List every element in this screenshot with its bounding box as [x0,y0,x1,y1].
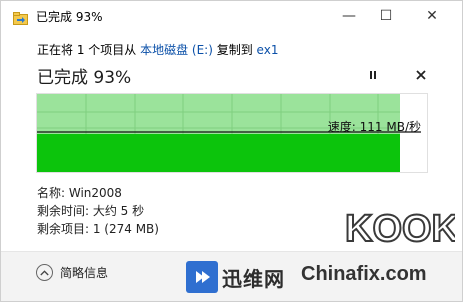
pause-icon [370,71,376,79]
minimize-icon: — [342,8,356,24]
copy-middle-text: 复制到 [212,43,257,57]
chinafix-watermark: Chinafix.com [301,263,427,285]
fewer-details-label: 简略信息 [60,266,109,280]
speed-graph: 速度: 111 MB/秒 [36,93,428,173]
copy-prefix-text: 正在将 1 个项目从 [37,43,141,57]
destination-link[interactable]: ex1 [257,43,279,57]
maximize-icon: ☐ [379,8,393,24]
cancel-operation-button[interactable] [413,67,429,83]
source-link[interactable]: 本地磁盘 (E:) [140,43,213,57]
kook-watermark: KOOK [344,207,455,251]
window-title: 已完成 93% [36,10,103,24]
xunwei-watermark-text: 迅维网 [222,266,285,291]
pause-button[interactable] [365,67,381,83]
file-name: 名称: Win2008 [37,186,122,200]
copy-dialog-window: 已完成 93% — ☐ ✕ 正在将 1 个项目从 本地磁盘 (E:) 复制到 e… [0,0,463,302]
kook-watermark-text: KOOK [345,208,455,250]
speed-label: 速度: 111 MB/秒 [327,120,421,134]
progress-status: 已完成 93% [37,68,132,88]
speed-area [37,134,400,172]
copy-folder-icon [13,10,28,25]
copy-description: 正在将 1 个项目从 本地磁盘 (E:) 复制到 ex1 [37,41,278,58]
cancel-icon [416,70,426,80]
chevron-up-icon [36,264,53,281]
arrow-right-icon [186,261,218,293]
fewer-details-toggle[interactable]: 简略信息 [36,264,108,281]
time-remaining: 剩余时间: 大约 5 秒 [37,204,145,218]
title-bar: 已完成 93% — ☐ ✕ [1,1,462,31]
close-icon: ✕ [426,8,438,24]
items-remaining: 剩余项目: 1 (274 MB) [37,222,159,236]
window-close-button[interactable]: ✕ [409,1,455,31]
maximize-button[interactable]: ☐ [363,1,409,31]
xunwei-watermark: 迅维网 [186,257,285,297]
